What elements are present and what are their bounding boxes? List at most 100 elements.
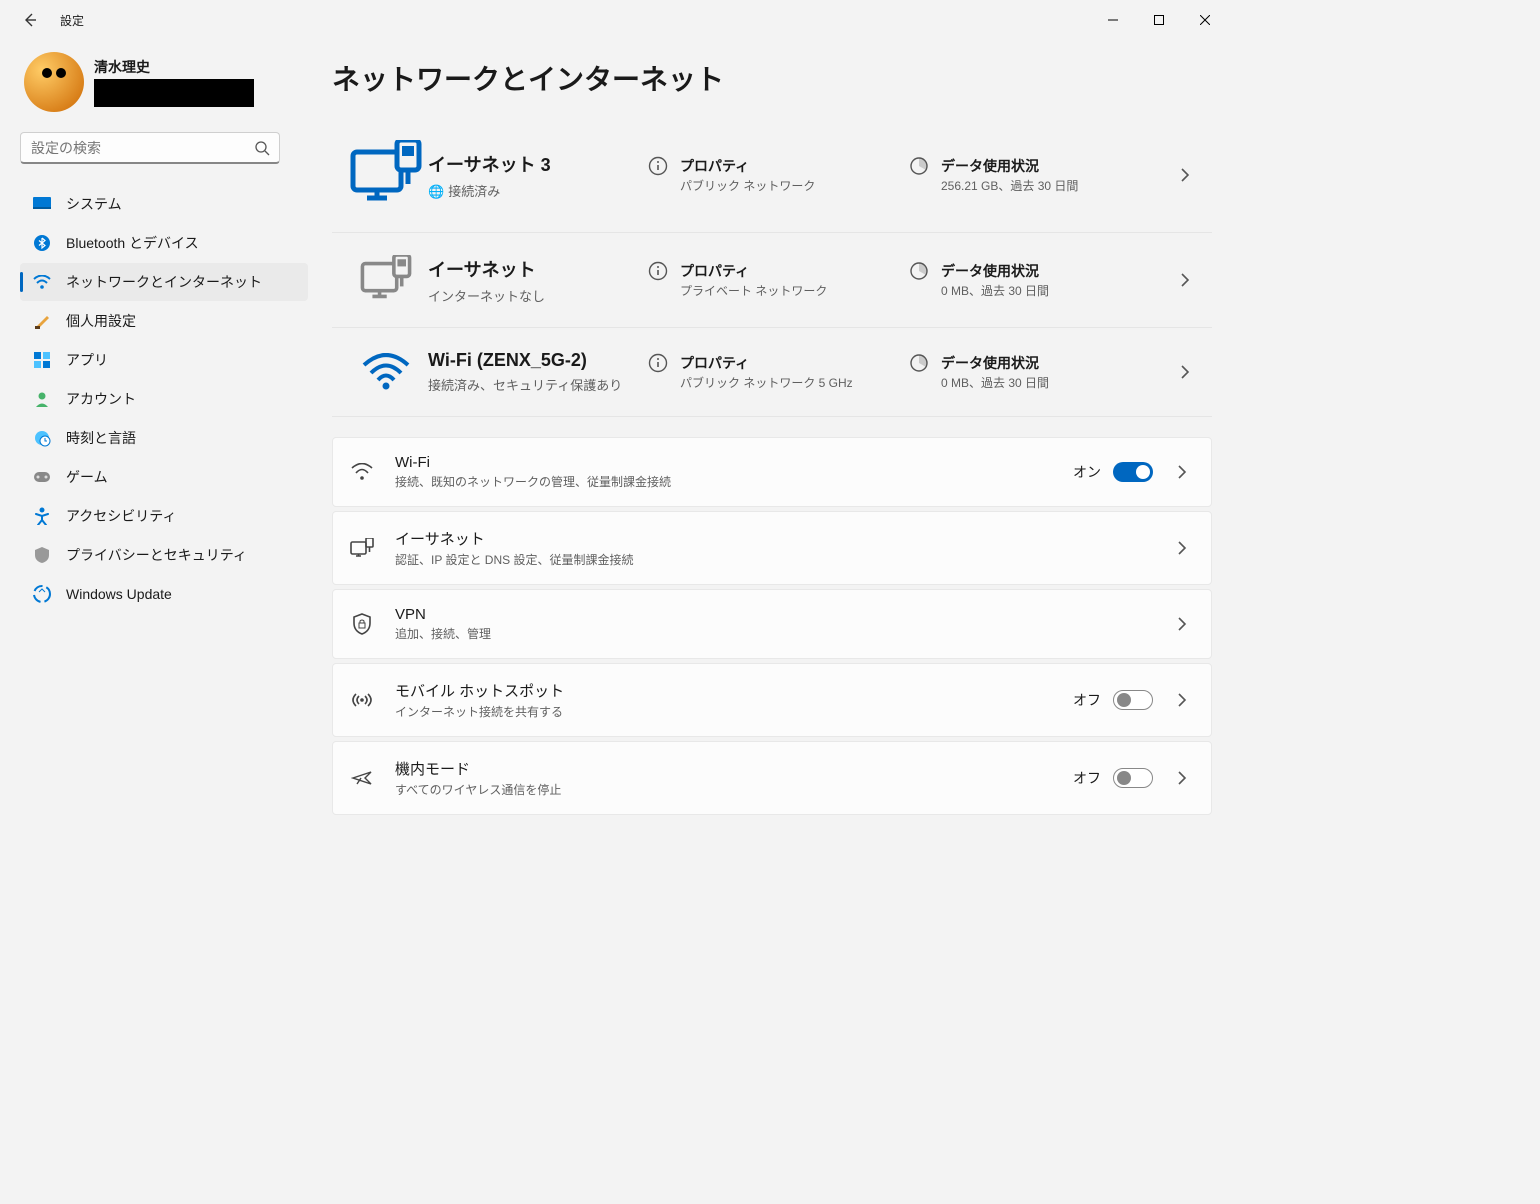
close-button[interactable] bbox=[1182, 4, 1228, 36]
card-subtitle: 接続、既知のネットワークの管理、従量制課金接続 bbox=[395, 473, 1073, 490]
shield-lock-icon bbox=[347, 613, 377, 635]
sidebar-item-label: システム bbox=[66, 194, 122, 214]
wifi-state-label: オン bbox=[1073, 462, 1101, 482]
sidebar-item-label: プライバシーとセキュリティ bbox=[66, 545, 247, 565]
apps-icon bbox=[32, 350, 52, 370]
network-properties-link[interactable]: プロパティパブリック ネットワーク 5 GHz bbox=[648, 353, 909, 392]
sidebar-item-bluetooth[interactable]: Bluetooth とデバイス bbox=[20, 224, 308, 262]
chevron-right-icon bbox=[1167, 617, 1197, 631]
sidebar-item-label: ゲーム bbox=[66, 467, 108, 487]
update-icon bbox=[32, 584, 52, 604]
network-row-ethernet3[interactable]: イーサネット 3 🌐接続済み プロパティパブリック ネットワーク データ使用状況… bbox=[332, 118, 1212, 233]
ethernet-icon bbox=[347, 538, 377, 558]
airplane-icon bbox=[347, 768, 377, 788]
card-ethernet[interactable]: イーサネット認証、IP 設定と DNS 設定、従量制課金接続 bbox=[332, 511, 1212, 585]
card-subtitle: すべてのワイヤレス通信を停止 bbox=[395, 781, 1073, 798]
network-usage-link[interactable]: データ使用状況0 MB、過去 30 日間 bbox=[909, 261, 1170, 300]
chevron-right-icon bbox=[1167, 541, 1197, 555]
account-icon bbox=[32, 389, 52, 409]
accessibility-icon bbox=[32, 506, 52, 526]
sidebar-item-time-language[interactable]: 時刻と言語 bbox=[20, 419, 308, 457]
network-properties-link[interactable]: プロパティパブリック ネットワーク bbox=[648, 156, 909, 195]
sidebar-item-system[interactable]: システム bbox=[20, 185, 308, 223]
card-title: モバイル ホットスポット bbox=[395, 680, 1073, 701]
network-title: イーサネット bbox=[428, 256, 636, 282]
network-status: 接続済み、セキュリティ保護あり bbox=[428, 375, 636, 394]
info-icon bbox=[648, 353, 670, 375]
card-title: イーサネット bbox=[395, 528, 1167, 549]
chevron-right-icon bbox=[1167, 465, 1197, 479]
card-subtitle: 認証、IP 設定と DNS 設定、従量制課金接続 bbox=[395, 551, 1167, 568]
ethernet-monitor-icon bbox=[344, 255, 428, 305]
chevron-right-icon bbox=[1167, 693, 1197, 707]
chevron-right-icon bbox=[1170, 365, 1200, 379]
sidebar-item-label: Windows Update bbox=[66, 586, 172, 602]
network-status: インターネットなし bbox=[428, 286, 636, 305]
network-row-wifi[interactable]: Wi-Fi (ZENX_5G-2) 接続済み、セキュリティ保護あり プロパティパ… bbox=[332, 328, 1212, 417]
network-row-ethernet[interactable]: イーサネット インターネットなし プロパティプライベート ネットワーク データ使… bbox=[332, 233, 1212, 328]
info-icon bbox=[648, 156, 670, 178]
wifi-toggle[interactable] bbox=[1113, 462, 1153, 482]
airplane-toggle[interactable] bbox=[1113, 768, 1153, 788]
wifi-icon bbox=[347, 463, 377, 481]
info-icon bbox=[648, 261, 670, 283]
hotspot-toggle[interactable] bbox=[1113, 690, 1153, 710]
chevron-right-icon bbox=[1170, 168, 1200, 182]
card-wifi[interactable]: Wi-Fi 接続、既知のネットワークの管理、従量制課金接続 オン bbox=[332, 437, 1212, 507]
profile-section[interactable]: 清水理史 bbox=[20, 48, 308, 116]
ethernet-monitor-icon bbox=[344, 140, 428, 210]
sidebar-item-label: アプリ bbox=[66, 350, 108, 370]
sidebar-item-accounts[interactable]: アカウント bbox=[20, 380, 308, 418]
globe-clock-icon bbox=[32, 428, 52, 448]
data-usage-icon bbox=[909, 261, 931, 283]
profile-email-redacted bbox=[94, 79, 254, 107]
nav-list: システム Bluetooth とデバイス ネットワークとインターネット 個人用設… bbox=[20, 184, 308, 614]
data-usage-icon bbox=[909, 353, 931, 375]
sidebar-item-gaming[interactable]: ゲーム bbox=[20, 458, 308, 496]
titlebar: 設定 bbox=[0, 0, 1232, 40]
brush-icon bbox=[32, 311, 52, 331]
hotspot-icon bbox=[347, 691, 377, 709]
sidebar-item-label: 個人用設定 bbox=[66, 311, 136, 331]
network-status: 🌐接続済み bbox=[428, 181, 636, 200]
card-title: 機内モード bbox=[395, 758, 1073, 779]
network-properties-link[interactable]: プロパティプライベート ネットワーク bbox=[648, 261, 909, 300]
back-button[interactable] bbox=[12, 2, 48, 38]
data-usage-icon bbox=[909, 156, 931, 178]
network-title: Wi-Fi (ZENX_5G-2) bbox=[428, 350, 636, 371]
sidebar-item-privacy[interactable]: プライバシーとセキュリティ bbox=[20, 536, 308, 574]
profile-name: 清水理史 bbox=[94, 57, 254, 77]
sidebar-item-label: 時刻と言語 bbox=[66, 428, 136, 448]
card-hotspot[interactable]: モバイル ホットスポットインターネット接続を共有する オフ bbox=[332, 663, 1212, 737]
main-content: ネットワークとインターネット イーサネット 3 🌐接続済み プロパティパブリック… bbox=[312, 40, 1232, 963]
maximize-button[interactable] bbox=[1136, 4, 1182, 36]
card-vpn[interactable]: VPN追加、接続、管理 bbox=[332, 589, 1212, 659]
card-airplane[interactable]: 機内モードすべてのワイヤレス通信を停止 オフ bbox=[332, 741, 1212, 815]
search-icon bbox=[254, 140, 270, 156]
network-usage-link[interactable]: データ使用状況256.21 GB、過去 30 日間 bbox=[909, 156, 1170, 195]
sidebar-item-accessibility[interactable]: アクセシビリティ bbox=[20, 497, 308, 535]
minimize-button[interactable] bbox=[1090, 4, 1136, 36]
wifi-icon bbox=[344, 353, 428, 391]
card-subtitle: インターネット接続を共有する bbox=[395, 703, 1073, 720]
sidebar-item-windows-update[interactable]: Windows Update bbox=[20, 575, 308, 613]
shield-icon bbox=[32, 545, 52, 565]
sidebar-item-personalization[interactable]: 個人用設定 bbox=[20, 302, 308, 340]
sidebar-item-network[interactable]: ネットワークとインターネット bbox=[20, 263, 308, 301]
card-title: Wi-Fi bbox=[395, 454, 1073, 471]
airplane-state-label: オフ bbox=[1073, 768, 1101, 788]
network-usage-link[interactable]: データ使用状況0 MB、過去 30 日間 bbox=[909, 353, 1170, 392]
sidebar-item-label: アカウント bbox=[66, 389, 136, 409]
sidebar-item-apps[interactable]: アプリ bbox=[20, 341, 308, 379]
system-icon bbox=[32, 194, 52, 214]
search-input[interactable] bbox=[20, 132, 280, 164]
sidebar: 清水理史 システム Bluetooth とデバイス ネットワークとインターネット… bbox=[0, 40, 312, 963]
search-box[interactable] bbox=[20, 132, 280, 164]
sidebar-item-label: アクセシビリティ bbox=[66, 506, 176, 526]
gamepad-icon bbox=[32, 467, 52, 487]
page-title: ネットワークとインターネット bbox=[332, 58, 1212, 98]
sidebar-item-label: ネットワークとインターネット bbox=[66, 272, 262, 292]
card-subtitle: 追加、接続、管理 bbox=[395, 625, 1167, 642]
chevron-right-icon bbox=[1167, 771, 1197, 785]
wifi-icon bbox=[32, 272, 52, 292]
